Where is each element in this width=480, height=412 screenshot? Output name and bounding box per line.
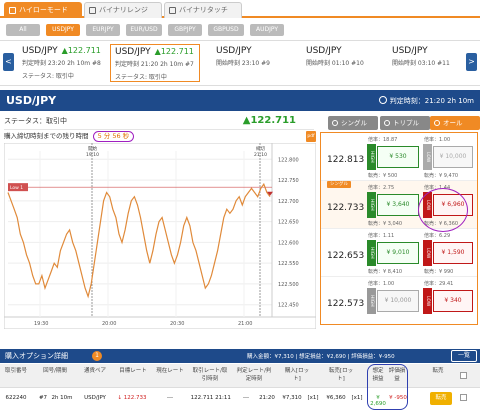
y-tick-label: 122.600 bbox=[278, 240, 299, 246]
x-tick-label: 21:00 bbox=[238, 321, 252, 327]
high-button[interactable]: ¥ 530 bbox=[377, 146, 419, 168]
row-checkbox[interactable] bbox=[460, 394, 467, 401]
tab-touch[interactable]: バイナリタッチ bbox=[164, 2, 242, 18]
option-row: 倍率：18.87 倍率：1.00 122.813 HIGH ¥ 530 LOW … bbox=[321, 133, 477, 181]
marker-time: 19:10 bbox=[86, 152, 99, 158]
low-button[interactable]: ¥ 10,000 bbox=[433, 146, 473, 168]
carousel-next-button[interactable]: > bbox=[466, 53, 477, 71]
high-label: HIGH bbox=[367, 192, 376, 218]
y-tick-label: 122.650 bbox=[278, 220, 299, 226]
single-badge: シングル bbox=[327, 181, 351, 188]
high-label: HIGH bbox=[367, 240, 376, 266]
strike-rate: 122.813 bbox=[327, 155, 365, 165]
x-tick-label: 20:00 bbox=[102, 321, 116, 327]
expiry-carousel: < USD/JPY ▲122.711 判定時刻 23:20 2h 10m #8 ス… bbox=[0, 40, 480, 86]
pair-all[interactable]: All bbox=[6, 24, 40, 36]
pdf-icon[interactable]: pdf bbox=[306, 131, 316, 142]
low-button[interactable]: ¥ 340 bbox=[433, 290, 473, 312]
chart-frame bbox=[3, 142, 317, 330]
tab-triple[interactable]: トリプル bbox=[380, 116, 430, 130]
pair-header: USD/JPY 判定時刻：21:20 2h 10m bbox=[0, 90, 480, 111]
y-tick-label: 122.700 bbox=[278, 199, 299, 205]
current-price: ▲122.711 bbox=[242, 115, 296, 126]
option-type-tabs: シングル トリプル オール bbox=[320, 116, 480, 131]
pair-filter: All USDJPY EURJPY EUR/USD GBPJPY GBPUSD … bbox=[0, 21, 480, 38]
y-tick-label: 122.450 bbox=[278, 303, 299, 309]
strike-rate: 122.653 bbox=[327, 251, 365, 261]
resell-button[interactable]: 転売 bbox=[430, 392, 452, 405]
low-label: LOW bbox=[423, 144, 432, 170]
price-up: ▲122.711 bbox=[61, 46, 101, 55]
high-button[interactable]: ¥ 9,010 bbox=[377, 242, 419, 264]
pair-gbpjpy[interactable]: GBPJPY bbox=[168, 24, 202, 36]
expiry-card-selected[interactable]: USD/JPY ▲122.711 判定時刻 21:20 2h 10m #7 ステー… bbox=[110, 44, 200, 82]
chart-svg: 122.800 122.750 122.700 122.650 122.600 122.5… bbox=[3, 142, 317, 330]
details-title: 購入オプション詳細 bbox=[5, 352, 68, 360]
pair-title: USD/JPY bbox=[6, 94, 57, 107]
marker-label: 開始 bbox=[88, 145, 97, 152]
y-tick-label: 122.550 bbox=[278, 261, 299, 267]
price-chart: 122.800 122.750 122.700 122.650 122.600 122.5… bbox=[3, 142, 317, 330]
purchase-details-header: 購入オプション詳細 1 購入金額：¥7,310 | 想定損益：¥2,690 | … bbox=[0, 349, 480, 363]
expiry-card[interactable]: USD/JPY 開始時刻 23:10 #9 bbox=[212, 44, 292, 82]
tab-all[interactable]: オール bbox=[430, 116, 480, 130]
marker-time: 21:10 bbox=[254, 152, 267, 158]
tab-range[interactable]: バイナリレンジ bbox=[84, 2, 162, 18]
low-button[interactable]: ¥ 1,590 bbox=[433, 242, 473, 264]
select-all-checkbox[interactable] bbox=[460, 372, 467, 379]
low-label: LOW bbox=[423, 288, 432, 314]
y-tick-label: 122.800 bbox=[278, 157, 299, 163]
table-row: 622240 #7 2h 10m USD/JPY ↓ 122.733 --- 1… bbox=[0, 389, 480, 409]
carousel-prev-button[interactable]: < bbox=[3, 53, 14, 71]
option-row: 倍率：1.00 倍率：29.41 122.573 HIGH ¥ 10,000 L… bbox=[321, 277, 477, 324]
touch-icon bbox=[169, 7, 176, 14]
marker-label: 締切 bbox=[256, 145, 265, 152]
pair-gbpusd[interactable]: GBPUSD bbox=[208, 24, 244, 36]
low-label: LOW bbox=[423, 240, 432, 266]
highlow-icon bbox=[9, 7, 16, 14]
count-badge: 1 bbox=[92, 351, 102, 361]
high-button[interactable]: ¥ 10,000 bbox=[377, 290, 419, 312]
pnl-highlight bbox=[367, 364, 408, 410]
expiry-card[interactable]: USD/JPY ▲122.711 判定時刻 23:20 2h 10m #8 ステー… bbox=[18, 44, 108, 82]
pair-eurjpy[interactable]: EURJPY bbox=[86, 24, 120, 36]
strike-rate: 122.573 bbox=[327, 299, 365, 309]
range-icon bbox=[89, 7, 96, 14]
list-button[interactable]: 一覧 bbox=[451, 350, 477, 362]
y-tick-label: 122.750 bbox=[278, 178, 299, 184]
x-tick-label: 19:30 bbox=[34, 321, 48, 327]
option-row: 倍率：1.11 倍率：6.29 122.653 HIGH ¥ 9,010 LOW… bbox=[321, 229, 477, 277]
tab-single[interactable]: シングル bbox=[328, 116, 378, 130]
high-button[interactable]: ¥ 3,640 bbox=[377, 194, 419, 216]
table-header: 取引番号 回号/期間 通貨ペア 目標レート 現在レート 取引レート/取引時刻 判… bbox=[0, 364, 480, 388]
y-tick-label: 122.500 bbox=[278, 282, 299, 288]
countdown: 5 分 56 秒 bbox=[92, 131, 135, 142]
clock-icon bbox=[378, 96, 387, 104]
expiry-card[interactable]: USD/JPY 開始時刻 03:10 #11 bbox=[388, 44, 466, 82]
status-row: ステータス：取引中 ▲122.711 bbox=[4, 115, 304, 127]
expiry-time: 判定時刻：21:20 2h 10m bbox=[389, 97, 474, 105]
strike-rate: 122.733 bbox=[327, 203, 365, 213]
pair-eurusd[interactable]: EUR/USD bbox=[126, 24, 162, 36]
high-label: HIGH bbox=[367, 288, 376, 314]
tab-highlow[interactable]: ハイローモード bbox=[4, 2, 82, 18]
summary: 購入金額：¥7,310 | 想定損益：¥2,690 | 評価損益：¥-950 bbox=[247, 354, 395, 360]
deadline-timer: 購入締切時刻までの残り時間 5 分 56 秒 bbox=[4, 129, 314, 142]
low-tag-label: Low 1 bbox=[10, 185, 23, 191]
expiry-card[interactable]: USD/JPY 開始時刻 01:10 #10 bbox=[302, 44, 382, 82]
x-tick-label: 20:30 bbox=[170, 321, 184, 327]
high-label: HIGH bbox=[367, 144, 376, 170]
highlight-ring bbox=[418, 188, 468, 232]
pair-usdjpy[interactable]: USDJPY bbox=[46, 24, 80, 36]
pair-audjpy[interactable]: AUDJPY bbox=[250, 24, 284, 36]
mode-tabs: ハイローモード バイナリレンジ バイナリタッチ bbox=[0, 0, 480, 18]
status-label: ステータス：取引中 bbox=[4, 117, 67, 125]
